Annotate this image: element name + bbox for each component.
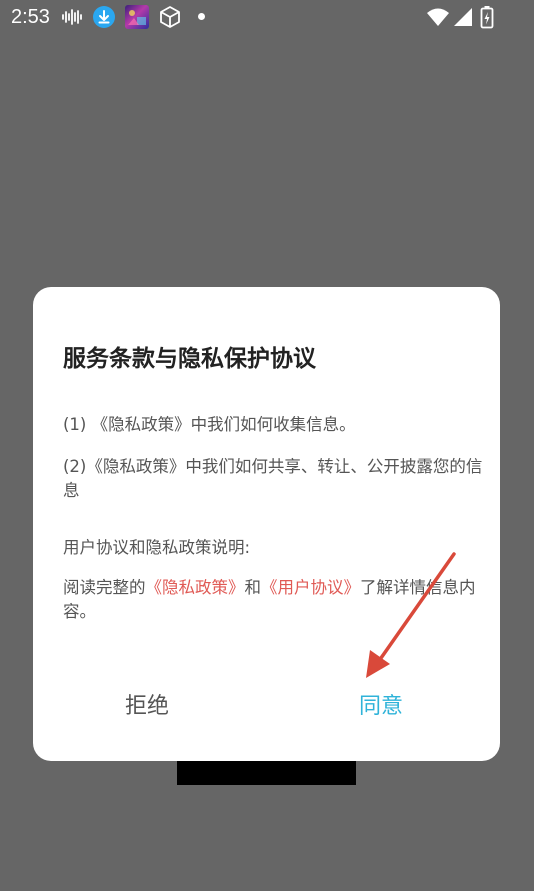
explain-prefix: 阅读完整的 xyxy=(63,578,146,597)
policy-item-share: (2)《隐私政策》中我们如何共享、转让、公开披露您的信息 xyxy=(63,457,483,500)
status-time: 2:53 xyxy=(11,6,50,28)
cube-icon xyxy=(160,6,180,28)
download-icon xyxy=(93,6,115,28)
signal-icon xyxy=(454,8,472,26)
wifi-icon xyxy=(427,8,449,26)
user-agreement-link[interactable]: 《用户协议》 xyxy=(261,578,360,597)
policy-item-collect: (1) 《隐私政策》中我们如何收集信息。 xyxy=(63,415,356,434)
battery-icon xyxy=(480,6,494,29)
audio-wave-icon xyxy=(62,9,82,25)
annotation-arrow-icon xyxy=(366,552,456,678)
explain-and: 和 xyxy=(244,578,262,597)
privacy-dialog: 服务条款与隐私保护协议 (1) 《隐私政策》中我们如何收集信息。 (2)《隐私政… xyxy=(33,287,500,761)
agree-button[interactable]: 同意 xyxy=(359,690,403,724)
status-bar: 2:53 xyxy=(0,0,534,34)
privacy-policy-link[interactable]: 《隐私政策》 xyxy=(146,578,245,597)
reject-button[interactable]: 拒绝 xyxy=(125,690,169,724)
dot-icon xyxy=(198,13,205,20)
dialog-title: 服务条款与隐私保护协议 xyxy=(63,346,316,372)
app-icon xyxy=(125,5,149,29)
